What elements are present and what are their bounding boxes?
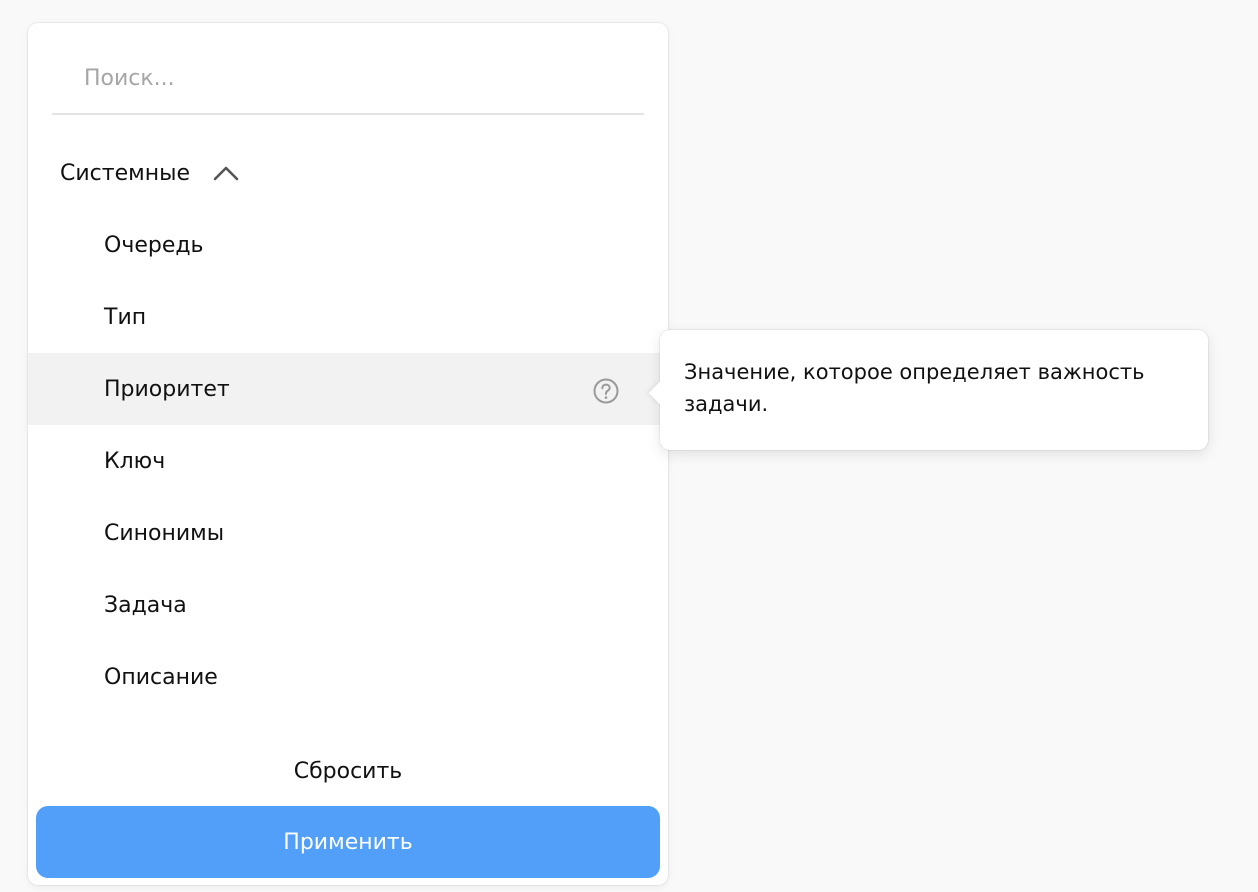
group-label: Системные bbox=[60, 160, 190, 186]
list-item-label: Задача bbox=[104, 592, 187, 618]
tooltip-text: Значение, которое определяет важность за… bbox=[684, 360, 1145, 416]
list-item-label: Синонимы bbox=[104, 520, 225, 546]
group-toggle-system[interactable]: Системные bbox=[60, 151, 240, 195]
field-picker-popup: Системные Очередь Тип Приоритет Ключ Син… bbox=[28, 23, 668, 885]
search-box bbox=[52, 45, 644, 115]
apply-button[interactable]: Применить bbox=[36, 806, 660, 878]
reset-button[interactable]: Сбросить bbox=[36, 743, 660, 799]
list-item-label: Описание bbox=[104, 664, 218, 690]
list-item-label: Приоритет bbox=[104, 376, 230, 402]
list-item-label: Очередь bbox=[104, 232, 204, 258]
list-item[interactable]: Тип bbox=[28, 281, 668, 353]
help-icon[interactable] bbox=[592, 377, 620, 405]
list-item-label: Ключ bbox=[104, 448, 166, 474]
list-item-label: Тип bbox=[104, 304, 147, 330]
tooltip: Значение, которое определяет важность за… bbox=[648, 330, 1208, 450]
search-input[interactable] bbox=[52, 45, 644, 111]
list-item[interactable]: Синонимы bbox=[28, 497, 668, 569]
list-item[interactable]: Задача bbox=[28, 569, 668, 641]
list-item[interactable]: Приоритет bbox=[28, 353, 668, 425]
list-item[interactable]: Ключ bbox=[28, 425, 668, 497]
list-item[interactable]: Очередь bbox=[28, 209, 668, 281]
field-list: Очередь Тип Приоритет Ключ Синонимы Зада… bbox=[28, 209, 668, 713]
chevron-up-icon bbox=[213, 166, 239, 181]
list-item[interactable]: Описание bbox=[28, 641, 668, 713]
